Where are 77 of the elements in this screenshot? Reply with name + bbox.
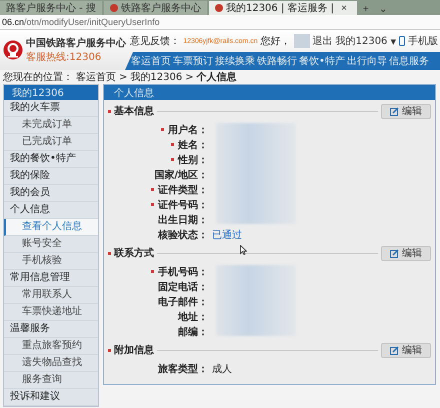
hotline-text: 客服热线:12306 [26,50,102,64]
field-label: 证件号码： [158,198,208,212]
nav-item[interactable]: 铁路畅行 [256,54,298,68]
section-title: 基本信息 [114,104,154,118]
field-label: 电子邮件： [158,296,208,308]
mobile-link[interactable]: 手机版 [408,34,438,48]
edit-button[interactable]: 编辑 [381,104,431,118]
field-label: 出生日期： [158,214,208,226]
section-marker [108,110,111,112]
edit-button[interactable]: 编辑 [381,342,431,358]
nav-item[interactable]: 接续换乘 [214,54,256,68]
browser-tab[interactable]: 铁路客户服务中心 [104,1,207,15]
sidebar-item[interactable]: 常用信息管理 [4,270,98,287]
field-value: 成人 [211,362,232,376]
field-label: 姓名： [178,138,208,152]
nav-item[interactable]: 餐饮•特产 [298,54,346,68]
field-label: 固定电话： [158,280,208,294]
breadcrumb-separator: > [119,72,128,82]
sidebar-item[interactable]: 我的保险 [4,168,98,185]
nav-item[interactable]: 客运首页 [130,54,172,68]
breadcrumb-item: 个人信息 [196,70,237,84]
section-title: 联系方式 [114,246,154,260]
tab-menu-button[interactable]: ⌄ [374,3,391,15]
field-label: 地址： [178,310,208,324]
section-title: 附加信息 [114,344,154,357]
sidebar-item[interactable]: 手机核验 [4,253,98,270]
sidebar-item[interactable]: 服务查询 [4,372,98,389]
sidebar-item[interactable]: 温馨服务 [4,321,98,338]
status-link[interactable]: 已通过 [208,228,242,242]
sidebar-item[interactable]: 我的餐饮•特产 [4,151,98,168]
field-label: 核验状态： [158,228,208,242]
sidebar-item[interactable]: 我的会员 [4,185,98,202]
railway-logo-icon [3,40,23,60]
sidebar-item[interactable]: 账号安全 [4,236,98,253]
field-label: 性别： [178,154,208,166]
browser-tab[interactable]: 路客户服务中心 - 搜 [0,1,102,15]
nav-item[interactable]: 出行向导 [346,54,388,68]
field-label: 旅客类型： [158,362,208,376]
feedback-label: 意见反馈： [130,34,180,48]
blurred-block [294,34,310,48]
sidebar-item[interactable]: 常用联系人 [4,287,98,304]
edit-icon [390,346,399,354]
sidebar-item[interactable]: 遗失物品查找 [4,355,98,372]
site-title: 中国铁路客户服务中心 [26,36,126,50]
cursor-icon [240,245,247,255]
sidebar-title: 我的12306 [4,85,98,100]
new-tab-button[interactable]: + [358,4,373,15]
breadcrumb-item[interactable]: 客运首页 [76,70,116,84]
address-bar[interactable]: 06.cn/otn/modifyUser/initQueryUserInfo [0,15,440,30]
phone-icon [399,36,405,46]
browser-tab[interactable]: 我的12306 | 客运服务 | × [208,1,357,15]
breadcrumb-label: 您现在的位置： [3,70,73,84]
section-marker [108,252,111,254]
sidebar-item[interactable]: 车票快递地址 [4,304,98,321]
sidebar-item[interactable]: 我的火车票 [4,100,98,117]
sidebar-item[interactable]: 投诉和建议 [4,389,98,406]
field-label: 用户名： [168,123,208,136]
logout-link[interactable]: 退出 [312,34,333,48]
panel-title: 个人信息 [104,85,435,100]
sidebar-item[interactable]: 重点旅客预约 [4,338,98,355]
section-marker [108,348,111,352]
nav-item[interactable]: 车票预订 [172,54,214,68]
sidebar-item[interactable]: 已完成订单 [4,134,98,151]
field-label: 手机号码： [158,266,208,278]
breadcrumb-item[interactable]: 我的12306 [130,70,182,84]
close-button[interactable]: × [337,2,351,14]
edit-icon [390,248,399,258]
edit-icon [390,106,399,116]
breadcrumb-separator: > [185,72,194,82]
nav-item[interactable]: 信息服务 [388,54,430,68]
edit-button[interactable]: 编辑 [381,246,431,260]
sidebar-item[interactable]: 查看个人信息 [4,219,98,236]
sidebar-item[interactable]: 未完成订单 [4,117,98,134]
field-label: 证件类型： [158,184,208,196]
greeting-text: 您好， [260,35,291,48]
field-label: 国家/地区： [154,168,208,182]
field-label: 邮编： [178,326,208,338]
